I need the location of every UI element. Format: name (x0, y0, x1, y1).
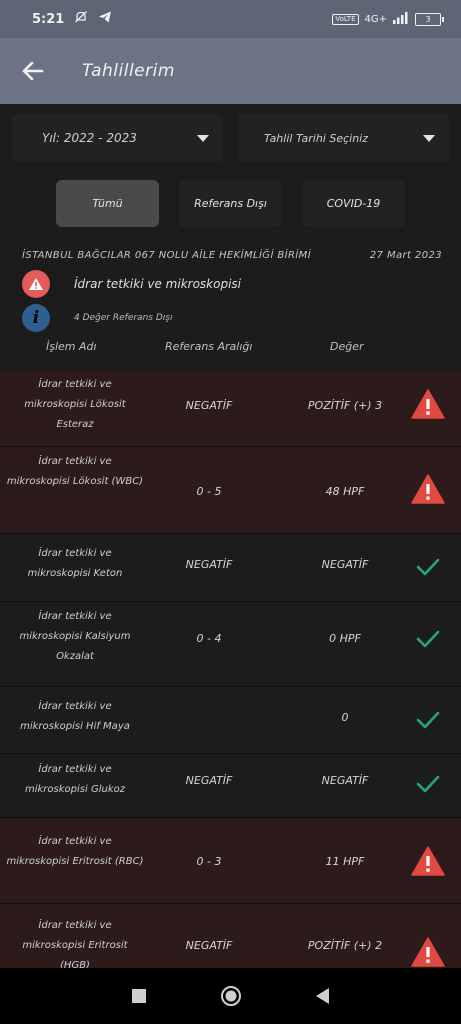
table-row[interactable]: İdrar tetkiki ve mikroskopisi Lökosit Es… (0, 370, 461, 447)
table-row[interactable]: İdrar tetkiki ve mikroskopisi Glukoz NEG… (0, 754, 461, 818)
reference-range: 0 - 5 (196, 485, 222, 498)
result-date: 27 Mart 2023 (369, 250, 442, 261)
battery-icon: 3 (415, 12, 444, 26)
test-item-name: İdrar tetkiki ve mikroskopisi Lökosit Es… (24, 379, 126, 430)
test-value: NEGATİF (321, 558, 369, 571)
column-header-reference: Referans Aralığı (165, 340, 253, 353)
recent-apps-icon (131, 989, 146, 1003)
test-item-name: İdrar tetkiki ve mikroskopisi Lökosit (W… (6, 456, 144, 487)
results-list[interactable]: İdrar tetkiki ve mikroskopisi Lökosit Es… (0, 370, 461, 968)
test-value: POZİTİF (+) 2 (307, 939, 383, 952)
table-row[interactable]: İdrar tetkiki ve mikroskopisi Keton NEGA… (0, 534, 461, 602)
telegram-icon (98, 10, 112, 28)
back-button[interactable] (14, 52, 52, 90)
status-bar: 5:21 VoLTE 4G+ 3 (0, 0, 461, 38)
table-header: İşlem Adı Referans Aralığı Değer (0, 337, 461, 359)
column-header-value: Değer (330, 340, 364, 353)
filters: Yıl: 2022 - 2023 Tahlil Tarihi Seçiniz (12, 114, 449, 162)
arrow-left-icon (22, 61, 44, 81)
home-button[interactable] (185, 968, 277, 1024)
checkmark-icon (408, 700, 448, 740)
warning-icon (408, 841, 448, 881)
clock: 5:21 (32, 11, 65, 27)
caret-down-icon (197, 134, 209, 142)
reference-range: 0 - 3 (196, 855, 222, 868)
caret-down-icon (423, 134, 435, 142)
checkmark-icon (408, 764, 448, 804)
reference-range: NEGATİF (185, 939, 233, 952)
warning-icon (22, 270, 50, 298)
reference-range: NEGATİF (185, 558, 233, 571)
volte-badge: VoLTE (332, 13, 359, 25)
signal-label: 4G+ (364, 13, 388, 25)
test-item-name: İdrar tetkiki ve mikroskopisi Eritrosit … (6, 836, 144, 867)
battery-level: 3 (425, 14, 431, 24)
table-row[interactable]: İdrar tetkiki ve mikroskopisi Kalsiyum O… (0, 602, 461, 687)
checkmark-icon (408, 619, 448, 659)
reference-range: NEGATİF (185, 774, 233, 787)
test-item-name: İdrar tetkiki ve mikroskopisi Eritrosit … (22, 920, 128, 968)
filter-tabs: Tümü Referans Dışı COVID-19 (56, 180, 405, 227)
test-title-row: İdrar tetkiki ve mikroskopisi (22, 270, 241, 298)
test-value: 11 HPF (325, 855, 365, 868)
info-icon: i (22, 304, 50, 332)
test-item-name: İdrar tetkiki ve mikroskopisi Glukoz (25, 764, 125, 795)
table-row[interactable]: İdrar tetkiki ve mikroskopisi Eritrosit … (0, 904, 461, 968)
test-item-name: İdrar tetkiki ve mikroskopisi Kalsiyum O… (19, 611, 131, 662)
test-item-name: İdrar tetkiki ve mikroskopisi Hif Maya (20, 701, 130, 732)
signal-icon (393, 11, 409, 27)
page-title: Tahlillerim (82, 61, 175, 81)
hospital-name: İSTANBUL BAĞCILAR 067 NOLU AİLE HEKİMLİĞ… (22, 250, 312, 261)
warning-icon (408, 469, 448, 509)
warning-icon (408, 932, 448, 968)
hospital-header: İSTANBUL BAĞCILAR 067 NOLU AİLE HEKİMLİĞ… (22, 250, 442, 261)
date-dropdown[interactable]: Tahlil Tarihi Seçiniz (238, 114, 449, 162)
out-of-range-count: 4 Değer Referans Dışı (74, 313, 173, 323)
nav-back-button[interactable] (277, 968, 369, 1024)
date-dropdown-label: Tahlil Tarihi Seçiniz (264, 131, 369, 145)
tab-all[interactable]: Tümü (56, 180, 159, 227)
test-value: NEGATİF (321, 774, 369, 787)
test-item-name: İdrar tetkiki ve mikroskopisi Keton (27, 548, 123, 579)
tab-out-of-range[interactable]: Referans Dışı (179, 180, 282, 227)
tab-covid[interactable]: COVID-19 (302, 180, 405, 227)
test-value: POZİTİF (+) 3 (307, 399, 383, 412)
test-value: 48 HPF (325, 485, 365, 498)
test-value: 0 (341, 711, 349, 724)
table-row[interactable]: İdrar tetkiki ve mikroskopisi Lökosit (W… (0, 447, 461, 534)
reference-range: NEGATİF (185, 399, 233, 412)
year-dropdown[interactable]: Yıl: 2022 - 2023 (12, 114, 223, 162)
test-value: 0 HPF (329, 632, 361, 645)
checkmark-icon (408, 547, 448, 587)
warning-icon (408, 384, 448, 424)
column-header-name: İşlem Adı (46, 340, 97, 353)
info-row: i 4 Değer Referans Dışı (22, 304, 172, 332)
muted-bell-icon (74, 10, 88, 28)
system-nav-bar (0, 968, 461, 1024)
table-row[interactable]: İdrar tetkiki ve mikroskopisi Eritrosit … (0, 818, 461, 904)
year-dropdown-label: Yıl: 2022 - 2023 (42, 131, 137, 145)
back-icon (315, 988, 329, 1004)
reference-range: 0 - 4 (196, 632, 222, 645)
recent-apps-button[interactable] (93, 968, 185, 1024)
table-row[interactable]: İdrar tetkiki ve mikroskopisi Hif Maya 0 (0, 687, 461, 754)
test-name: İdrar tetkiki ve mikroskopisi (74, 277, 241, 291)
app-bar: Tahlillerim (0, 38, 461, 104)
home-icon (220, 986, 241, 1006)
